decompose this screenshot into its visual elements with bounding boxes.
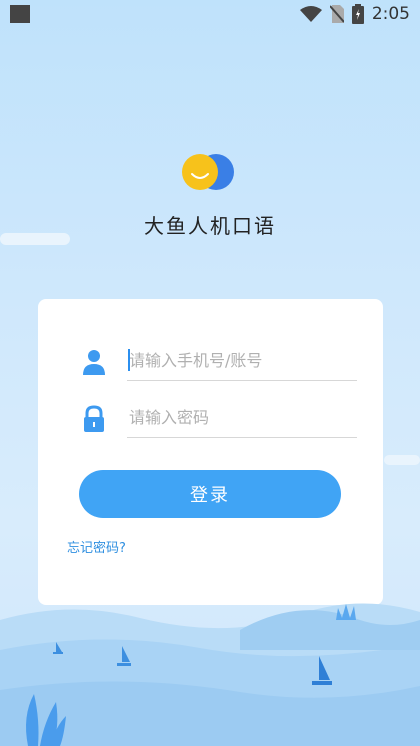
username-input[interactable] — [127, 340, 357, 381]
clock: 2:05 — [371, 4, 410, 24]
app-name: 大鱼人机口语 — [144, 214, 276, 238]
status-icons: 2:05 — [299, 4, 410, 24]
text-cursor — [128, 349, 130, 371]
lock-icon — [82, 405, 106, 433]
user-icon — [82, 348, 106, 376]
notification-icon — [10, 5, 30, 23]
login-card: 登录 忘记密码? — [38, 299, 383, 605]
forgot-password-link[interactable]: 忘记密码? — [67, 537, 126, 556]
ocean-scene — [0, 603, 420, 746]
username-field — [82, 340, 357, 384]
no-sim-icon — [329, 5, 344, 23]
app-logo — [180, 152, 240, 196]
login-button[interactable]: 登录 — [79, 470, 341, 518]
brand-header: 大鱼人机口语 — [0, 152, 420, 239]
status-bar: 2:05 — [0, 0, 420, 28]
battery-icon — [351, 4, 364, 24]
wifi-icon — [299, 6, 322, 22]
password-input[interactable] — [127, 397, 357, 438]
password-field — [82, 397, 357, 441]
cloud-decoration — [384, 455, 420, 465]
